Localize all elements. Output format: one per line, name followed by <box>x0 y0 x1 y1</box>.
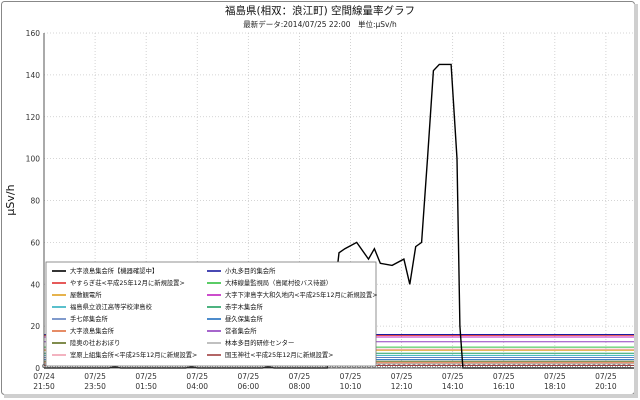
x-tick-date: 07/25 <box>595 372 617 381</box>
y-tick-label: 160 <box>26 29 41 38</box>
x-tick-date: 07/25 <box>186 372 208 381</box>
x-tick-time: 20:10 <box>595 382 617 391</box>
x-tick-time: 08:00 <box>289 382 311 391</box>
legend-label: 陸奥の社おおぼり <box>70 338 120 347</box>
x-tick-time: 12:10 <box>391 382 413 391</box>
y-tick-label: 120 <box>26 113 41 122</box>
x-tick-date: 07/25 <box>340 372 362 381</box>
x-axis-ticks: 07/2421:5007/2523:5007/2501:5007/2504:00… <box>33 372 617 391</box>
chart-subtitle: 最新データ:2014/07/25 22:00 単位:μSv/h <box>243 19 397 29</box>
y-axis-ticks: 020406080100120140160 <box>26 29 41 373</box>
x-tick-date: 07/25 <box>493 372 515 381</box>
y-tick-label: 100 <box>26 155 41 164</box>
x-tick-date: 07/25 <box>84 372 106 381</box>
y-tick-label: 40 <box>30 280 40 289</box>
x-tick-date: 07/25 <box>544 372 566 381</box>
legend-label: 営者集会所 <box>225 326 257 335</box>
legend-label: 大柿線量監視局（島尾村役バス待避） <box>225 278 332 287</box>
x-tick-time: 16:10 <box>493 382 515 391</box>
legend-label: 福島県立浪江高等学校津島校 <box>70 302 153 311</box>
x-tick-time: 01:50 <box>135 382 157 391</box>
x-tick-date: 07/25 <box>391 372 413 381</box>
legend-label: 国玉神社<平成25年12月に新規設置> <box>225 350 333 359</box>
x-tick-time: 21:50 <box>33 382 55 391</box>
y-tick-label: 140 <box>26 71 41 80</box>
legend-label: 赤宇木集会所 <box>225 302 263 311</box>
legend-label: 大字浪島集会所 <box>70 326 115 335</box>
x-tick-time: 23:50 <box>84 382 106 391</box>
legend-label: やすらぎ荘<平成25年12月に新規設置> <box>70 278 185 287</box>
legend-label: 手七郎集会所 <box>70 314 108 323</box>
x-tick-time: 04:00 <box>186 382 208 391</box>
radiation-line-chart: 福島県(相双：浪江町) 空間線量率グラフ 最新データ:2014/07/25 22… <box>4 4 635 391</box>
legend-label: 大字浪島集会所【機器確認中】 <box>70 266 158 275</box>
y-tick-label: 80 <box>30 197 40 206</box>
x-tick-date: 07/25 <box>289 372 311 381</box>
legend-box <box>45 261 377 367</box>
x-tick-time: 10:10 <box>340 382 362 391</box>
x-tick-date: 07/25 <box>442 372 464 381</box>
y-axis-label: μSv/h <box>4 184 17 215</box>
legend-label: 屋敷観電所 <box>70 290 102 299</box>
legend-label: 小丸多目的集会所 <box>225 266 276 275</box>
legend-label: 林本多目的研修センター <box>225 338 294 347</box>
x-tick-date: 07/24 <box>33 372 55 381</box>
y-tick-label: 20 <box>30 322 40 331</box>
chart-title: 福島県(相双：浪江町) 空間線量率グラフ <box>225 4 415 17</box>
y-tick-label: 60 <box>30 238 40 247</box>
legend-label: 室原上組集会所<平成25年12月に新規設置> <box>70 350 197 359</box>
x-tick-time: 06:00 <box>238 382 260 391</box>
x-tick-date: 07/25 <box>135 372 157 381</box>
legend-label: 昼久保集会所 <box>225 314 263 323</box>
x-tick-time: 18:10 <box>544 382 566 391</box>
legend-label: 大字下津島字大和久地内<平成25年12月に新規設置> <box>225 290 378 299</box>
x-tick-time: 14:10 <box>442 382 464 391</box>
x-tick-date: 07/25 <box>238 372 260 381</box>
legend: 大字浪島集会所【機器確認中】 小丸多目的集会所やすらぎ荘<平成25年12月に新規設… <box>45 261 378 367</box>
